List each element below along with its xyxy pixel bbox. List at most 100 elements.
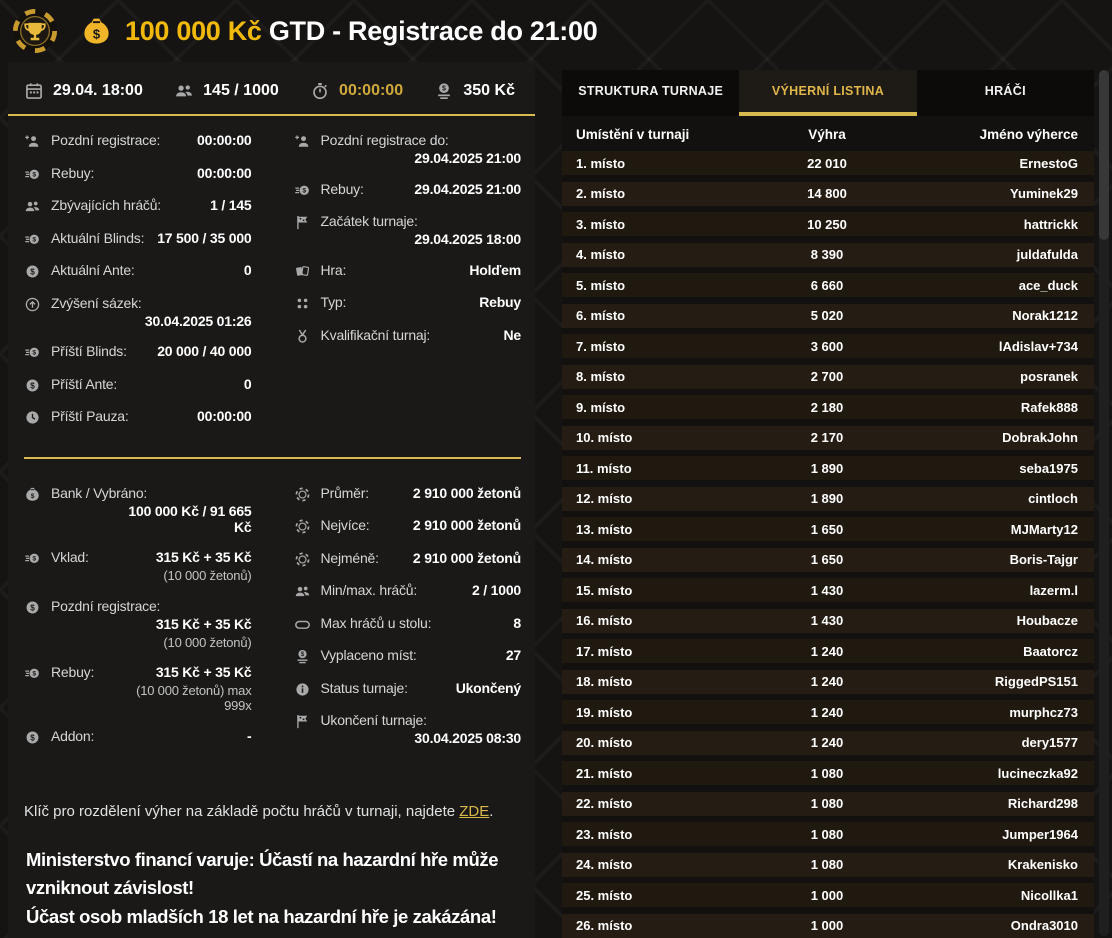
info-row: Rebuy:315 Kč + 35 Kč(10 000 žetonů) max …	[24, 664, 252, 713]
summary-item: 350 Kč	[434, 81, 515, 101]
info-label: Hra:	[321, 262, 353, 278]
prize-cell: 1 080	[753, 766, 901, 781]
winner-name-cell: Yuminek29	[901, 186, 1078, 201]
winner-name-cell: Krakenisko	[901, 857, 1078, 872]
info-row: Bank / Vybráno:100 000 Kč / 91 665 Kč	[24, 485, 252, 535]
prize-amount: 100 000 Kč	[125, 16, 262, 46]
info-value: 315 Kč + 35 Kč(10 000 žetonů) max 999x	[110, 664, 251, 713]
place-cell: 3. místo	[576, 217, 753, 232]
info-row: Kvalifikační turnaj:Ne	[294, 327, 522, 345]
dollar-icon	[24, 729, 41, 746]
column-header-place: Umístění v turnaji	[576, 127, 753, 142]
prize-cell: 1 080	[753, 827, 901, 842]
chip-icon	[294, 518, 311, 535]
table-row: 10. místo2 170DobrakJohn	[562, 426, 1094, 450]
winner-name-cell: DobrakJohn	[901, 430, 1078, 445]
info-value: 315 Kč + 35 Kč(10 000 žetonů)	[156, 549, 252, 583]
info-row: Hra: Holďem	[294, 262, 522, 280]
winner-name-cell: juldafulda	[901, 247, 1078, 262]
prize-cell: 1 890	[753, 461, 901, 476]
info-label: Příští Blinds:	[51, 343, 133, 359]
table-row: 23. místo1 080Jumper1964	[562, 822, 1094, 846]
dollar-icon	[24, 263, 41, 280]
info-value: 29.04.2025 21:00	[414, 181, 521, 197]
info-value: 0	[244, 262, 252, 278]
info-row: Rebuy:00:00:00	[24, 165, 252, 183]
divider	[24, 457, 521, 459]
info-row: Zvýšení sázek:30.04.2025 01:26	[24, 295, 252, 329]
winner-name-cell: MJMarty12	[901, 522, 1078, 537]
winner-name-cell: lAdislav+734	[901, 339, 1078, 354]
table-row: 11. místo1 890seba1975	[562, 456, 1094, 480]
info-value: 00:00:00	[197, 165, 251, 181]
prize-cell: 1 240	[753, 735, 901, 750]
flag-icon	[294, 214, 311, 231]
place-cell: 13. místo	[576, 522, 753, 537]
info-label: Příští Pauza:	[51, 408, 135, 424]
info-value: 100 000 Kč / 91 665 Kč	[110, 503, 251, 535]
place-cell: 14. místo	[576, 552, 753, 567]
results-panel: STRUKTURA TURNAJEVÝHERNÍ LISTINAHRÁČI Um…	[562, 70, 1094, 938]
money-bag-icon	[24, 486, 41, 503]
place-cell: 5. místo	[576, 278, 753, 293]
info-label: Status turnaje:	[321, 680, 414, 696]
place-cell: 18. místo	[576, 674, 753, 689]
winner-name-cell: posranek	[901, 369, 1078, 384]
summary-value: 350 Kč	[463, 82, 515, 100]
info-row: Min/max. hráčů:2 / 1000	[294, 582, 522, 600]
coins-icon	[24, 665, 41, 682]
place-cell: 17. místo	[576, 644, 753, 659]
summary-item: 29.04. 18:00	[24, 81, 143, 101]
stopwatch-icon	[310, 81, 330, 101]
tournament-info-panel: 29.04. 18:00 145 / 1000 00:00:00 350 Kč Poz…	[8, 62, 535, 938]
winner-name-cell: cintloch	[901, 491, 1078, 506]
place-cell: 6. místo	[576, 308, 753, 323]
prize-cell: 2 700	[753, 369, 901, 384]
scrollbar-thumb[interactable]	[1099, 70, 1109, 240]
table-row: 4. místo8 390juldafulda	[562, 243, 1094, 267]
tab-structure[interactable]: STRUKTURA TURNAJE	[562, 70, 739, 116]
info-value: 29.04.2025 18:00	[414, 231, 521, 247]
info-value: 00:00:00	[197, 408, 251, 424]
coin-icon	[294, 648, 311, 665]
place-cell: 16. místo	[576, 613, 753, 628]
info-label: Pozdní registrace do:	[321, 132, 455, 148]
info-row: Status turnaje: Ukončený	[294, 680, 522, 698]
info-value: 17 500 / 35 000	[157, 230, 251, 246]
info-label: Vklad:	[51, 549, 95, 565]
info-value: 27	[506, 647, 521, 663]
column-header-name: Jméno výherce	[901, 127, 1078, 142]
prize-cell: 1 650	[753, 552, 901, 567]
tab-players[interactable]: HRÁČI	[917, 70, 1094, 116]
info-subvalue: (10 000 žetonů) max 999x	[110, 683, 251, 713]
info-value: Ukončený	[456, 680, 521, 696]
info-value: 2 910 000 žetonů	[413, 517, 521, 533]
tab-winners[interactable]: VÝHERNÍ LISTINA	[739, 70, 916, 116]
prize-cell: 1 430	[753, 583, 901, 598]
info-value: Holďem	[469, 262, 521, 278]
coins-icon	[294, 182, 311, 199]
zde-link[interactable]: ZDE	[459, 803, 489, 820]
prize-cell: 1 080	[753, 857, 901, 872]
place-cell: 12. místo	[576, 491, 753, 506]
place-cell: 22. místo	[576, 796, 753, 811]
prize-cell: 1 430	[753, 613, 901, 628]
prize-cell: 1 240	[753, 644, 901, 659]
info-value: 29.04.2025 21:00	[414, 150, 521, 166]
prize-cell: 8 390	[753, 247, 901, 262]
info-value: 8	[513, 615, 521, 631]
info-subvalue: (10 000 žetonů)	[156, 635, 252, 650]
info-row: Vklad: 315 Kč + 35 Kč(10 000 žetonů)	[24, 549, 252, 583]
info-icon	[294, 681, 311, 698]
winner-name-cell: Rafek888	[901, 400, 1078, 415]
info-label: Průměr:	[321, 485, 375, 501]
warning-line1: Ministerstvo financí varuje: Účastí na h…	[26, 849, 498, 899]
table-row: 20. místo1 240dery1577	[562, 731, 1094, 755]
scrollbar[interactable]	[1099, 70, 1109, 936]
info-label: Zvýšení sázek:	[51, 295, 148, 311]
info-value: 0	[244, 376, 252, 392]
winner-name-cell: dery1577	[901, 735, 1078, 750]
person-plus-icon	[294, 133, 311, 150]
place-cell: 19. místo	[576, 705, 753, 720]
summary-item: 145 / 1000	[174, 81, 279, 101]
